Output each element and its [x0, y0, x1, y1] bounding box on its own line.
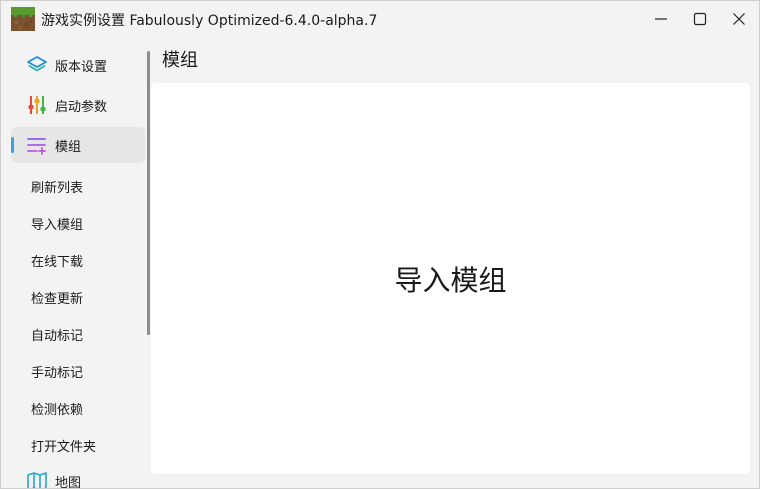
sidebar-item-label: 版本设置 — [55, 59, 108, 75]
sliders-icon — [25, 93, 49, 117]
open-folder-link[interactable]: 打开文件夹 — [31, 436, 96, 455]
sidebar-item-launch-args[interactable]: 启动参数 — [11, 87, 145, 123]
minimize-button[interactable] — [639, 1, 683, 37]
window-title: 游戏实例设置 Fabulously Optimized-6.4.0-alpha.… — [41, 13, 378, 29]
mods-content-panel: 导入模组 — [151, 83, 750, 474]
title-bar[interactable]: 游戏实例设置 Fabulously Optimized-6.4.0-alpha.… — [1, 1, 759, 37]
auto-mark-link[interactable]: 自动标记 — [31, 325, 83, 344]
layers-icon — [25, 53, 49, 77]
page-title: 模组 — [162, 50, 198, 71]
check-dependencies-link[interactable]: 检测依赖 — [31, 399, 83, 418]
check-updates-link[interactable]: 检查更新 — [31, 288, 83, 307]
sidebar-item-label: 模组 — [55, 139, 82, 155]
sidebar-item-label: 地图 — [55, 475, 82, 489]
close-icon — [733, 13, 745, 25]
app-window: 游戏实例设置 Fabulously Optimized-6.4.0-alpha.… — [0, 0, 760, 489]
sidebar-item-maps[interactable]: 地图 — [11, 463, 145, 489]
close-button[interactable] — [717, 1, 759, 37]
online-download-link[interactable]: 在线下载 — [31, 251, 83, 270]
sidebar: 版本设置 启动参数 模组 刷新列表 导入模组 在线下载 检查更新 自动标记 手动… — [1, 45, 147, 488]
import-mods-button[interactable]: 导入模组 — [151, 259, 750, 299]
import-mods-link[interactable]: 导入模组 — [31, 214, 83, 233]
map-icon — [25, 469, 49, 488]
minimize-icon — [655, 18, 667, 20]
sidebar-item-label: 启动参数 — [55, 99, 108, 115]
minecraft-grass-block-icon — [11, 7, 35, 31]
sidebar-scrollbar[interactable] — [147, 51, 150, 335]
manual-mark-link[interactable]: 手动标记 — [31, 362, 83, 381]
active-indicator — [11, 137, 14, 153]
maximize-icon — [693, 12, 707, 26]
sidebar-item-mods[interactable]: 模组 — [11, 127, 145, 163]
sidebar-item-version-settings[interactable]: 版本设置 — [11, 47, 145, 83]
list-add-icon — [25, 133, 49, 157]
maximize-button[interactable] — [678, 1, 722, 37]
refresh-list-link[interactable]: 刷新列表 — [31, 177, 83, 196]
